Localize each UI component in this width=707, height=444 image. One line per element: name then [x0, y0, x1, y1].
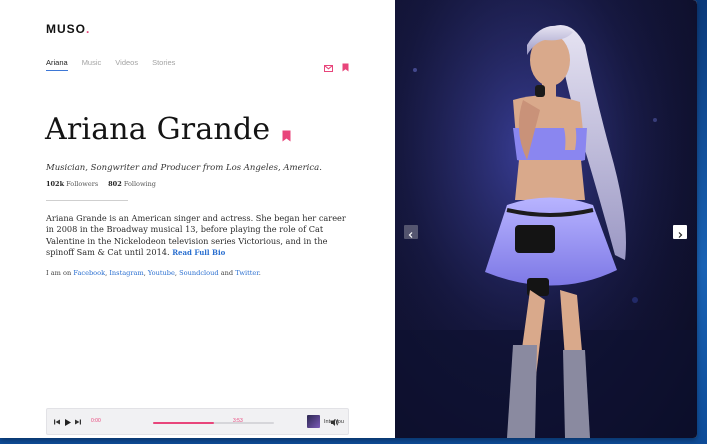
slider-next-button[interactable]	[673, 225, 687, 239]
nav-item-music[interactable]: Music	[82, 58, 102, 71]
volume-icon[interactable]	[331, 418, 339, 426]
chevron-left-icon	[408, 223, 414, 242]
bookmark-icon[interactable]	[342, 57, 349, 76]
soundcloud-link[interactable]: Soundcloud	[179, 269, 218, 277]
socials-suffix: .	[258, 269, 261, 277]
followers-stat[interactable]: 102k Followers	[46, 180, 98, 188]
nav-item-ariana[interactable]: Ariana	[46, 58, 68, 71]
artist-name: Ariana Grande	[45, 112, 271, 147]
nav-item-stories[interactable]: Stories	[152, 58, 175, 71]
artist-photo-image	[395, 0, 697, 438]
following-stat[interactable]: 802 Following	[108, 180, 156, 188]
artist-subtitle: Musician, Songwriter and Producer from L…	[46, 163, 322, 173]
instagram-link[interactable]: Instagram	[109, 269, 143, 277]
main-nav: Ariana Music Videos Stories	[46, 58, 175, 71]
play-icon[interactable]	[65, 418, 71, 426]
divider	[46, 200, 128, 201]
social-links: I am on Facebook, Instagram, Youtube, So…	[46, 269, 261, 277]
socials-prefix: I am on	[46, 269, 72, 277]
artist-panel: MUSO. Ariana Music Videos Stories Ariana…	[0, 0, 395, 438]
bookmark-icon[interactable]	[282, 127, 291, 146]
music-player: 0:00 3:53 Into You	[46, 408, 349, 435]
app-window: MUSO. Ariana Music Videos Stories Ariana…	[0, 0, 697, 438]
socials-and: and	[220, 269, 234, 277]
progress-bar[interactable]	[153, 421, 274, 424]
twitter-link[interactable]: Twitter	[235, 269, 259, 277]
album-art	[307, 415, 320, 428]
chevron-right-icon	[677, 223, 683, 242]
youtube-link[interactable]: Youtube	[148, 269, 175, 277]
current-time: 0:00	[91, 418, 101, 424]
logo[interactable]: MUSO.	[46, 22, 90, 36]
logo-text: MUSO	[46, 22, 86, 36]
progress-fill	[153, 421, 214, 424]
artist-photo	[395, 0, 697, 438]
read-full-bio-link[interactable]: Read Full Bio	[172, 248, 225, 257]
logo-dot: .	[86, 22, 91, 36]
slider-prev-button[interactable]	[404, 225, 418, 239]
next-icon[interactable]	[75, 418, 81, 426]
facebook-link[interactable]: Facebook	[73, 269, 105, 277]
artist-bio: Ariana Grande is an American singer and …	[46, 213, 346, 259]
followers-count: 102k	[46, 180, 65, 188]
artist-stats: 102k Followers 802 Following	[46, 180, 156, 188]
followers-label: Followers	[66, 180, 99, 188]
following-count: 802	[108, 180, 122, 188]
nav-item-videos[interactable]: Videos	[115, 58, 138, 71]
mail-icon[interactable]	[324, 57, 333, 76]
header-actions	[324, 57, 349, 76]
prev-icon[interactable]	[54, 418, 60, 426]
following-label: Following	[123, 180, 156, 188]
total-time: 3:53	[233, 418, 243, 424]
